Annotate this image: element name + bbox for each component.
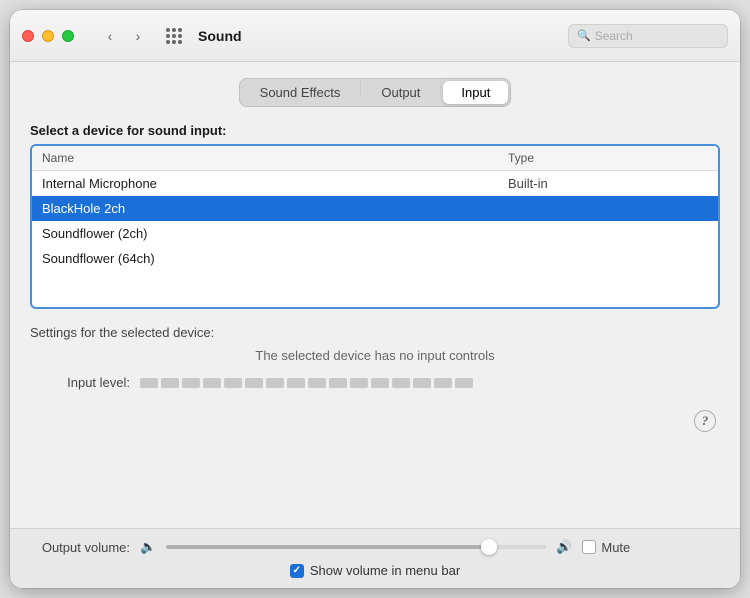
level-block (140, 378, 158, 388)
help-button[interactable]: ? (694, 410, 716, 432)
bottom-bar: Output volume: 🔈 🔊 Mute ✓ Show volume in… (10, 528, 740, 588)
content-area: Sound Effects Output Input Select a devi… (10, 62, 740, 528)
table-header: Name Type (32, 146, 718, 171)
no-controls-text: The selected device has no input control… (30, 348, 720, 363)
level-block (350, 378, 368, 388)
header-type: Type (508, 151, 708, 165)
level-block (371, 378, 389, 388)
level-block (287, 378, 305, 388)
level-block (413, 378, 431, 388)
device-type-1: Built-in (508, 176, 708, 191)
checkmark-icon: ✓ (293, 565, 301, 576)
search-bar[interactable]: 🔍 (568, 24, 728, 48)
level-block (203, 378, 221, 388)
settings-label: Settings for the selected device: (30, 325, 720, 340)
device-selection: Select a device for sound input: Name Ty… (30, 123, 720, 309)
device-name-4: Soundflower (64ch) (42, 251, 508, 266)
tab-input[interactable]: Input (443, 81, 508, 104)
level-block (329, 378, 347, 388)
table-row[interactable]: Internal Microphone Built-in (32, 171, 718, 196)
device-name-2: BlackHole 2ch (42, 201, 508, 216)
level-block (266, 378, 284, 388)
show-volume-checkbox[interactable]: ✓ (290, 564, 304, 578)
tab-sound-effects[interactable]: Sound Effects (242, 81, 359, 104)
mute-section: Mute (582, 540, 630, 555)
mute-label[interactable]: Mute (601, 540, 630, 555)
minimize-button[interactable] (42, 30, 54, 42)
level-block (455, 378, 473, 388)
output-volume-label: Output volume: (30, 540, 130, 555)
close-button[interactable] (22, 30, 34, 42)
table-empty-space (32, 271, 718, 307)
volume-thumb (481, 539, 497, 555)
nav-buttons: ‹ › (98, 26, 150, 46)
tab-output[interactable]: Output (363, 81, 438, 104)
input-level-row: Input level: (30, 375, 720, 390)
level-blocks (140, 378, 473, 388)
grid-icon (166, 28, 182, 44)
forward-button[interactable]: › (126, 26, 150, 46)
search-input[interactable] (595, 29, 719, 43)
header-name: Name (42, 151, 508, 165)
table-row-selected[interactable]: BlackHole 2ch (32, 196, 718, 221)
window-title: Sound (198, 28, 242, 44)
volume-slider-track (166, 545, 546, 549)
tab-divider-2 (440, 81, 441, 95)
level-block (245, 378, 263, 388)
level-block (224, 378, 242, 388)
maximize-button[interactable] (62, 30, 74, 42)
tabs-row: Sound Effects Output Input (30, 78, 720, 107)
device-name-3: Soundflower (2ch) (42, 226, 508, 241)
table-row[interactable]: Soundflower (64ch) (32, 246, 718, 271)
volume-row: Output volume: 🔈 🔊 Mute (30, 539, 720, 555)
volume-slider[interactable] (166, 545, 546, 549)
back-button[interactable]: ‹ (98, 26, 122, 46)
search-icon: 🔍 (577, 29, 591, 42)
device-table: Name Type Internal Microphone Built-in B… (30, 144, 720, 309)
traffic-lights (22, 30, 74, 42)
level-block (308, 378, 326, 388)
titlebar: ‹ › Sound 🔍 (10, 10, 740, 62)
input-level-label: Input level: (30, 375, 130, 390)
volume-low-icon: 🔈 (140, 539, 156, 555)
level-block (161, 378, 179, 388)
volume-high-icon: 🔊 (556, 539, 572, 555)
device-name-1: Internal Microphone (42, 176, 508, 191)
mute-checkbox[interactable] (582, 540, 596, 554)
tab-divider-1 (360, 81, 361, 95)
show-volume-label[interactable]: Show volume in menu bar (310, 563, 460, 578)
help-row: ? (30, 410, 720, 432)
table-row[interactable]: Soundflower (2ch) (32, 221, 718, 246)
main-window: ‹ › Sound 🔍 Sound Effects Output Input (10, 10, 740, 588)
show-volume-row: ✓ Show volume in menu bar (30, 563, 720, 578)
level-block (182, 378, 200, 388)
level-block (392, 378, 410, 388)
volume-slider-container (166, 545, 546, 549)
grid-button[interactable] (162, 26, 186, 46)
settings-section: Settings for the selected device: The se… (30, 325, 720, 394)
tabs-container: Sound Effects Output Input (239, 78, 512, 107)
device-section-label: Select a device for sound input: (30, 123, 720, 138)
level-block (434, 378, 452, 388)
